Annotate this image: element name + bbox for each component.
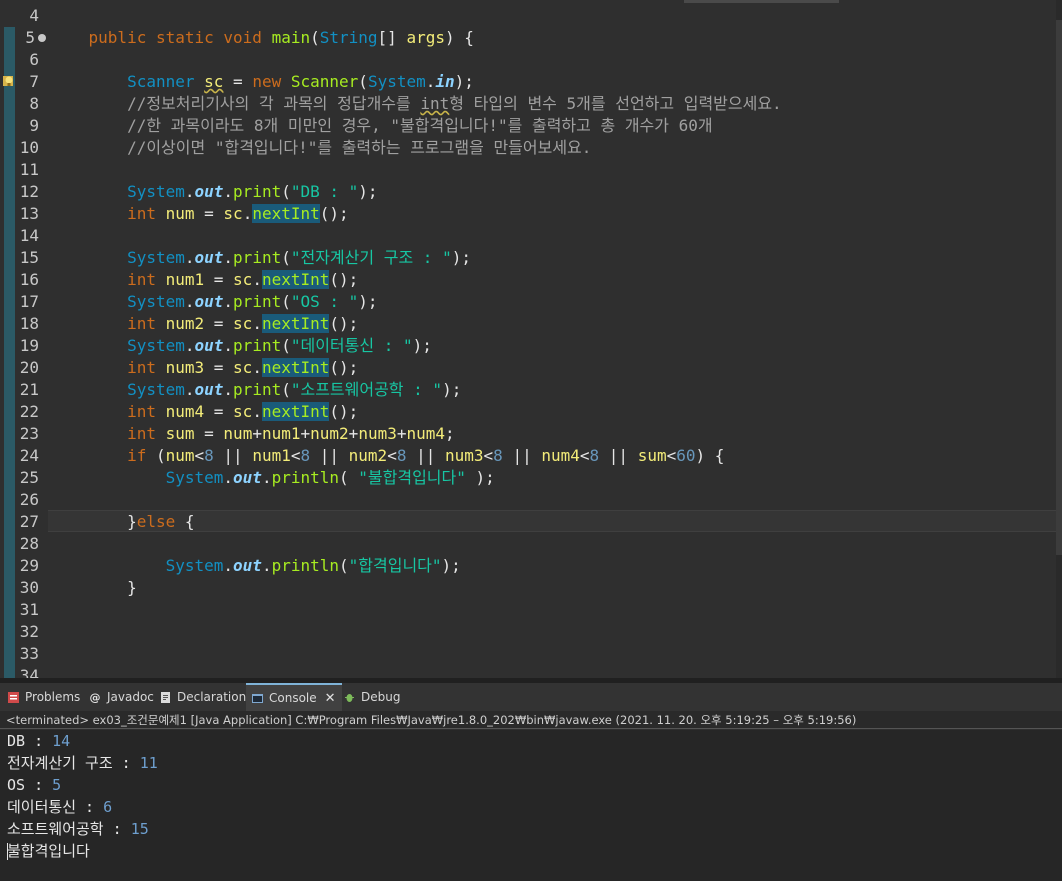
console-output[interactable]: DB : 14 전자계산기 구조 : 11 OS : 5 데이터통신 : 6 소프트웨어… bbox=[0, 730, 1062, 881]
console-status: <terminated> ex03_조건문예제1 [Java Applicati… bbox=[0, 711, 1062, 729]
warning-lightbulb-icon[interactable] bbox=[3, 74, 15, 88]
line-number: 15 bbox=[19, 248, 39, 267]
tab-label: Debug bbox=[361, 690, 401, 704]
line-number: 23 bbox=[19, 424, 39, 443]
code-line[interactable]: //한 과목이라도 8개 미만인 경우, "불합격입니다!"를 출력하고 총 개… bbox=[50, 115, 713, 137]
code-line[interactable]: System.out.print("데이터통신 : "); bbox=[50, 335, 432, 357]
console-line: 소프트웨어공학 : 15 bbox=[7, 818, 149, 840]
line-number: 21 bbox=[19, 380, 39, 399]
close-icon[interactable]: ✕ bbox=[325, 691, 336, 706]
line-number: 20 bbox=[19, 358, 39, 377]
line-number: 7 bbox=[29, 72, 39, 91]
code-line[interactable]: //정보처리기사의 각 과목의 정답개수를 int형 타입의 변수 5개를 선언… bbox=[50, 93, 782, 115]
tab-console[interactable]: Console ✕ bbox=[246, 683, 342, 711]
code-line[interactable]: public static void main(String[] args) { bbox=[50, 27, 474, 49]
line-number: 5 bbox=[25, 28, 35, 47]
code-line[interactable]: }else { bbox=[50, 511, 194, 533]
line-number: 17 bbox=[19, 292, 39, 311]
line-number: 14 bbox=[19, 226, 39, 245]
console-line: DB : 14 bbox=[7, 730, 70, 752]
line-number: 10 bbox=[19, 138, 39, 157]
line-number: 19 bbox=[19, 336, 39, 355]
line-number: 11 bbox=[19, 160, 39, 179]
current-line-highlight bbox=[48, 510, 1058, 532]
code-line[interactable]: System.out.println("합격입니다"); bbox=[50, 555, 461, 577]
console-prompt: 데이터통신 : bbox=[7, 798, 104, 816]
code-line[interactable]: System.out.print("OS : "); bbox=[50, 291, 378, 313]
code-line[interactable]: System.out.println( "불합격입니다" ); bbox=[50, 467, 495, 489]
line-number: 28 bbox=[19, 534, 39, 553]
line-number: 18 bbox=[19, 314, 39, 333]
code-line[interactable]: System.out.print("전자계산기 구조 : "); bbox=[50, 247, 471, 269]
line-number: 30 bbox=[19, 578, 39, 597]
line-number: 6 bbox=[29, 50, 39, 69]
tab-label: Javadoc bbox=[107, 690, 154, 704]
declaration-icon bbox=[158, 690, 172, 704]
problems-icon bbox=[6, 690, 20, 704]
change-ruler bbox=[4, 27, 15, 678]
code-line[interactable]: Scanner sc = new Scanner(System.in); bbox=[50, 71, 474, 93]
line-number: 9 bbox=[29, 116, 39, 135]
code-line[interactable]: int num = sc.nextInt(); bbox=[50, 203, 349, 225]
tab-debug[interactable]: Debug bbox=[342, 683, 400, 711]
line-number: 22 bbox=[19, 402, 39, 421]
line-number: 29 bbox=[19, 556, 39, 575]
console-prompt: 전자계산기 구조 : bbox=[7, 754, 140, 772]
console-line: 데이터통신 : 6 bbox=[7, 796, 112, 818]
console-prompt: DB : bbox=[7, 732, 53, 750]
tab-label: Console bbox=[269, 691, 317, 705]
console-prompt: OS : bbox=[7, 776, 53, 794]
editor-vertical-scrollbar[interactable] bbox=[1056, 0, 1062, 678]
tab-javadoc[interactable]: @ Javadoc bbox=[88, 683, 154, 711]
tab-problems[interactable]: Problems bbox=[6, 683, 80, 711]
console-input-value: 15 bbox=[130, 820, 149, 838]
console-prompt: 소프트웨어공학 : bbox=[7, 820, 131, 838]
line-number: 34 bbox=[19, 666, 39, 678]
console-icon bbox=[250, 691, 264, 705]
text-caret bbox=[7, 843, 8, 860]
code-line[interactable]: //이상이면 "합격입니다!"를 출력하는 프로그램을 만들어보세요. bbox=[50, 137, 591, 159]
line-number: 31 bbox=[19, 600, 39, 619]
line-number: 8 bbox=[29, 94, 39, 113]
editor-top-strip bbox=[684, 0, 839, 3]
line-number: 33 bbox=[19, 644, 39, 663]
line-number: 24 bbox=[19, 446, 39, 465]
line-number: 12 bbox=[19, 182, 39, 201]
line-number: 16 bbox=[19, 270, 39, 289]
console-line: 전자계산기 구조 : 11 bbox=[7, 752, 158, 774]
code-line[interactable]: System.out.print("DB : "); bbox=[50, 181, 378, 203]
code-line[interactable]: int num2 = sc.nextInt(); bbox=[50, 313, 358, 335]
code-line[interactable]: if (num<8 || num1<8 || num2<8 || num3<8 … bbox=[50, 445, 724, 467]
console-input-value: 6 bbox=[103, 798, 113, 816]
code-editor[interactable]: public static void main(String[] args) {… bbox=[0, 0, 1062, 678]
debug-bug-icon bbox=[342, 690, 356, 704]
console-input-value: 5 bbox=[52, 776, 62, 794]
code-line[interactable]: int sum = num+num1+num2+num3+num4; bbox=[50, 423, 455, 445]
bottom-panel-tabs: Problems @ Javadoc Declaration Console ✕… bbox=[0, 683, 1062, 711]
fold-icon[interactable] bbox=[38, 34, 46, 42]
tab-label: Declaration bbox=[177, 690, 247, 704]
line-number: 26 bbox=[19, 490, 39, 509]
console-line: OS : 5 bbox=[7, 774, 61, 796]
code-line[interactable]: int num3 = sc.nextInt(); bbox=[50, 357, 358, 379]
code-line[interactable]: } bbox=[50, 577, 137, 599]
console-prompt: 불합격입니다 bbox=[7, 842, 90, 860]
line-number: 4 bbox=[29, 6, 39, 25]
editor-scrollbar-thumb[interactable] bbox=[1056, 20, 1062, 555]
javadoc-icon: @ bbox=[89, 690, 101, 704]
line-number: 13 bbox=[19, 204, 39, 223]
code-line[interactable]: System.out.print("소프트웨어공학 : "); bbox=[50, 379, 461, 401]
tab-label: Problems bbox=[25, 690, 81, 704]
line-number: 32 bbox=[19, 622, 39, 641]
tab-declaration[interactable]: Declaration bbox=[158, 683, 246, 711]
console-input-value: 11 bbox=[139, 754, 158, 772]
code-line[interactable]: int num4 = sc.nextInt(); bbox=[50, 401, 358, 423]
line-number: 27 bbox=[19, 512, 39, 531]
line-number: 25 bbox=[19, 468, 39, 487]
console-line: 불합격입니다 bbox=[7, 840, 90, 862]
code-line[interactable]: int num1 = sc.nextInt(); bbox=[50, 269, 358, 291]
console-input-value: 14 bbox=[52, 732, 71, 750]
